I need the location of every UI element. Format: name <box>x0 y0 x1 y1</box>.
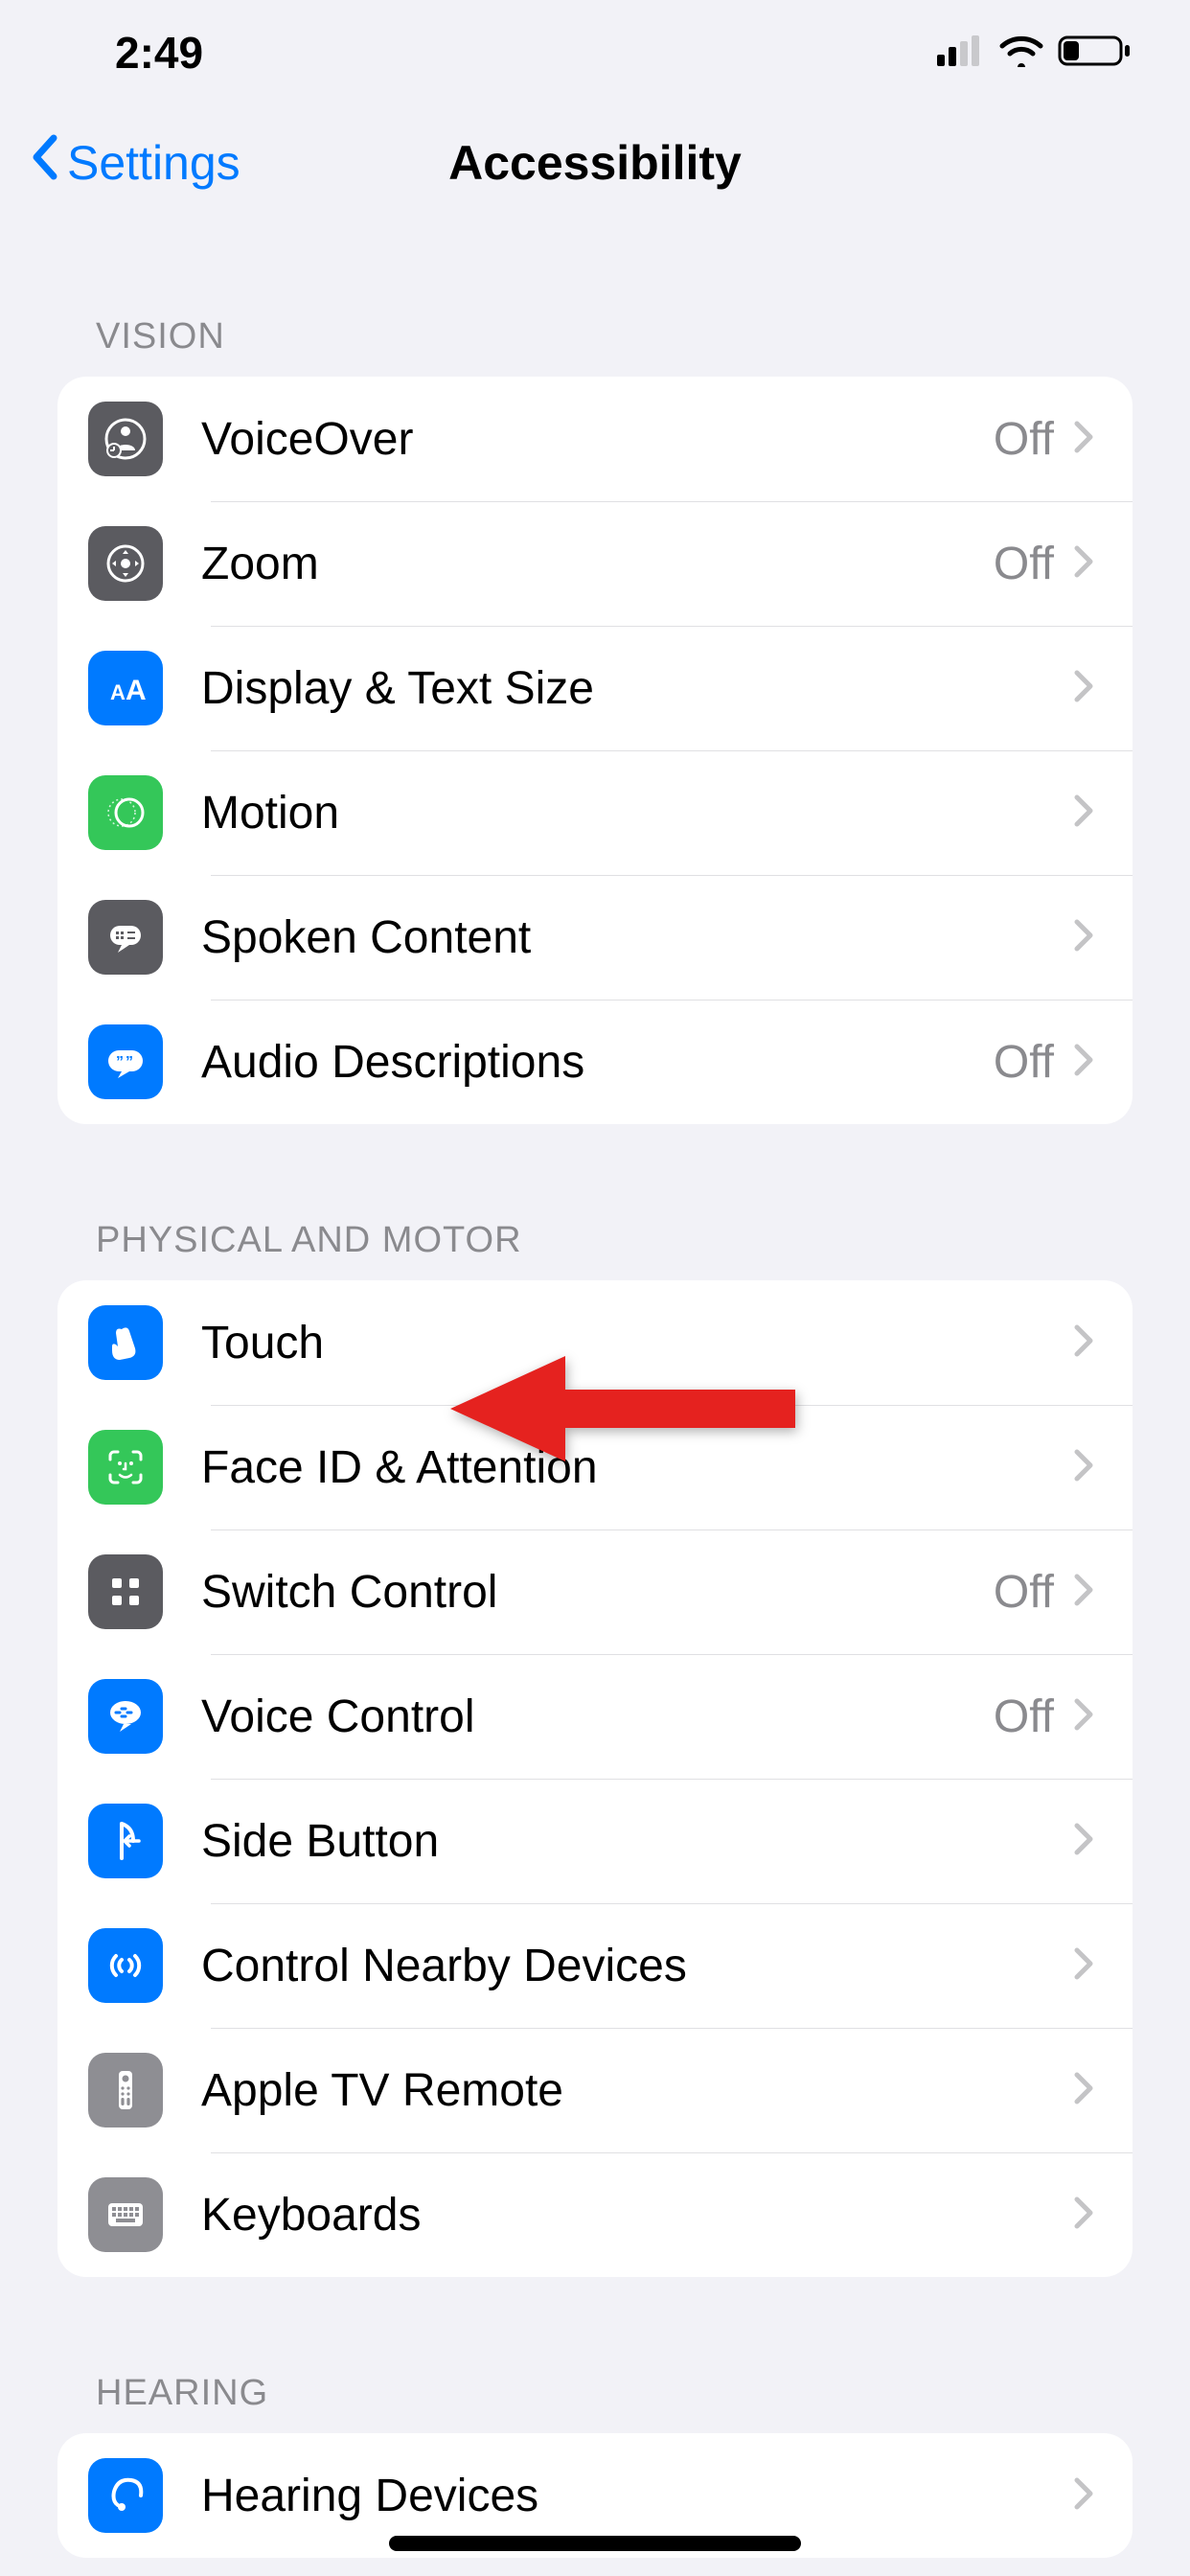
chevron-right-icon <box>1073 1573 1094 1612</box>
row-face-id[interactable]: Face ID & Attention <box>57 1405 1133 1530</box>
svg-text:”: ” <box>116 1054 124 1070</box>
svg-text:”: ” <box>126 1054 133 1070</box>
row-detail: Off <box>994 1566 1054 1619</box>
row-detail: Off <box>994 1036 1054 1089</box>
spoken-content-icon <box>88 900 163 975</box>
cellular-icon <box>937 35 985 71</box>
row-spoken-content[interactable]: Spoken Content <box>57 875 1133 1000</box>
nav-bar: Settings Accessibility <box>0 105 1190 220</box>
chevron-right-icon <box>1073 1946 1094 1986</box>
row-label: Switch Control <box>201 1566 994 1619</box>
row-side-button[interactable]: Side Button <box>57 1779 1133 1903</box>
row-keyboards[interactable]: Keyboards <box>57 2152 1133 2277</box>
row-label: Face ID & Attention <box>201 1441 1054 1494</box>
status-bar: 2:49 <box>0 0 1190 105</box>
row-zoom[interactable]: Zoom Off <box>57 501 1133 626</box>
chevron-right-icon <box>1073 2476 1094 2516</box>
chevron-right-icon <box>1073 420 1094 459</box>
text-size-icon: AA <box>88 651 163 725</box>
zoom-icon <box>88 526 163 601</box>
side-button-icon <box>88 1804 163 1878</box>
row-label: Touch <box>201 1317 1054 1369</box>
back-label: Settings <box>67 135 240 191</box>
section-header-vision: VISION <box>57 297 1133 377</box>
svg-text:A: A <box>110 680 126 704</box>
audio-descriptions-icon: ”” <box>88 1024 163 1099</box>
row-audio-descriptions[interactable]: ”” Audio Descriptions Off <box>57 1000 1133 1124</box>
chevron-right-icon <box>1073 918 1094 957</box>
section-physical: PHYSICAL AND MOTOR Touch Face ID & Atten… <box>57 1201 1133 2277</box>
row-label: Keyboards <box>201 2189 1054 2242</box>
touch-icon <box>88 1305 163 1380</box>
content-scroll[interactable]: VISION VoiceOver Off Zoom Off <box>0 297 1190 2558</box>
battery-icon <box>1058 34 1133 73</box>
chevron-right-icon <box>1073 1822 1094 1861</box>
row-label: Display & Text Size <box>201 662 1054 715</box>
row-label: Zoom <box>201 538 994 590</box>
row-display-text-size[interactable]: AA Display & Text Size <box>57 626 1133 750</box>
voiceover-icon <box>88 402 163 476</box>
row-voice-control[interactable]: Voice Control Off <box>57 1654 1133 1779</box>
section-vision: VISION VoiceOver Off Zoom Off <box>57 297 1133 1124</box>
row-label: Hearing Devices <box>201 2470 1054 2522</box>
status-icons <box>937 34 1133 73</box>
chevron-right-icon <box>1073 669 1094 708</box>
chevron-right-icon <box>1073 2196 1094 2235</box>
home-indicator[interactable] <box>389 2536 801 2551</box>
row-label: Voice Control <box>201 1690 994 1743</box>
row-label: Motion <box>201 787 1054 840</box>
row-voiceover[interactable]: VoiceOver Off <box>57 377 1133 501</box>
group-vision: VoiceOver Off Zoom Off AA Display & Text… <box>57 377 1133 1124</box>
switch-control-icon <box>88 1554 163 1629</box>
chevron-right-icon <box>1073 1448 1094 1487</box>
chevron-right-icon <box>1073 1323 1094 1363</box>
chevron-right-icon <box>1073 1043 1094 1082</box>
control-nearby-icon <box>88 1928 163 2003</box>
row-label: Spoken Content <box>201 911 1054 964</box>
row-label: Side Button <box>201 1815 1054 1868</box>
section-header-hearing: HEARING <box>57 2354 1133 2433</box>
row-detail: Off <box>994 1690 1054 1743</box>
row-control-nearby-devices[interactable]: Control Nearby Devices <box>57 1903 1133 2028</box>
row-apple-tv-remote[interactable]: Apple TV Remote <box>57 2028 1133 2152</box>
svg-text:A: A <box>126 675 147 706</box>
row-label: Apple TV Remote <box>201 2064 1054 2117</box>
section-hearing: HEARING Hearing Devices <box>57 2354 1133 2558</box>
chevron-right-icon <box>1073 794 1094 833</box>
keyboards-icon <box>88 2177 163 2252</box>
chevron-right-icon <box>1073 2071 1094 2110</box>
row-label: Audio Descriptions <box>201 1036 994 1089</box>
row-detail: Off <box>994 538 1054 590</box>
apple-tv-remote-icon <box>88 2053 163 2128</box>
motion-icon <box>88 775 163 850</box>
chevron-right-icon <box>1073 544 1094 584</box>
section-header-physical: PHYSICAL AND MOTOR <box>57 1201 1133 1280</box>
page-title: Accessibility <box>448 135 742 191</box>
chevron-left-icon <box>29 134 59 192</box>
row-label: VoiceOver <box>201 413 994 466</box>
row-detail: Off <box>994 413 1054 466</box>
face-id-icon <box>88 1430 163 1505</box>
hearing-devices-icon <box>88 2458 163 2533</box>
row-label: Control Nearby Devices <box>201 1940 1054 1992</box>
row-touch[interactable]: Touch <box>57 1280 1133 1405</box>
group-physical: Touch Face ID & Attention Switch Control… <box>57 1280 1133 2277</box>
back-button[interactable]: Settings <box>29 134 240 192</box>
row-switch-control[interactable]: Switch Control Off <box>57 1530 1133 1654</box>
voice-control-icon <box>88 1679 163 1754</box>
wifi-icon <box>998 34 1044 72</box>
status-time: 2:49 <box>115 27 203 79</box>
chevron-right-icon <box>1073 1697 1094 1736</box>
row-motion[interactable]: Motion <box>57 750 1133 875</box>
